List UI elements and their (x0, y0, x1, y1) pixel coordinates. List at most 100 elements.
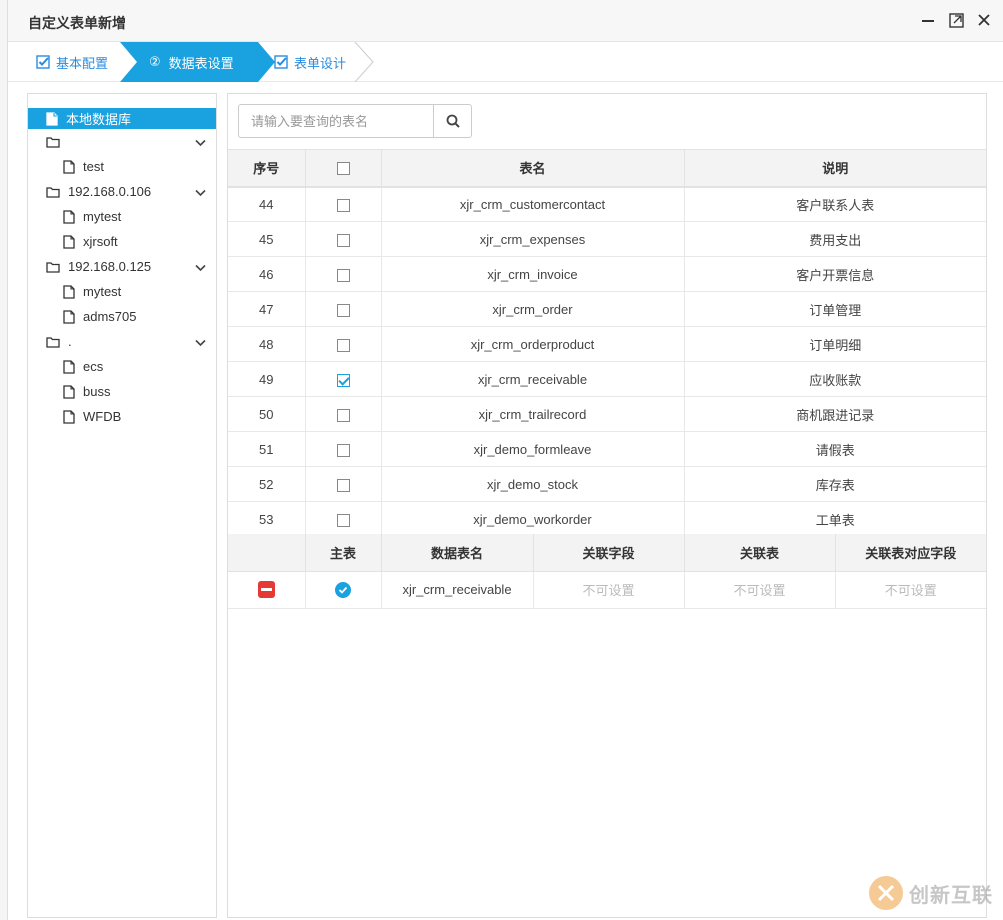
tree-item-label: 192.168.0.125 (68, 259, 152, 274)
tree-item[interactable]: buss (28, 379, 216, 404)
table-row[interactable]: 52 xjr_demo_stock 库存表 (228, 466, 986, 502)
close-button[interactable] (975, 11, 993, 29)
dialog-title: 自定义表单新增 (28, 15, 126, 31)
table-row[interactable]: 47 xjr_crm_order 订单管理 (228, 291, 986, 327)
step-label: 表单设计 (294, 55, 347, 71)
step-basic-config[interactable]: 基本配置 (36, 42, 126, 82)
table-row[interactable]: 48 xjr_crm_orderproduct 订单明细 (228, 326, 986, 362)
file-icon-wrap (63, 284, 75, 299)
tree-item-label: test (83, 159, 104, 174)
row-description: 费用支出 (684, 221, 986, 257)
file-icon (63, 159, 75, 174)
main-table-radio[interactable] (335, 581, 351, 598)
wizard-steps: 基本配置 ② 数据表设置 表单设计 (8, 42, 1003, 82)
row-checkbox[interactable] (336, 478, 350, 492)
tree-item[interactable]: WFDB (28, 404, 216, 429)
col-reltarget-header: 关联表对应字段 (835, 534, 986, 572)
row-description: 客户联系人表 (684, 186, 986, 222)
maximize-button[interactable] (947, 11, 965, 29)
step-label: 数据表设置 (168, 55, 234, 71)
row-index: 45 (228, 221, 306, 257)
backdrop (0, 0, 8, 920)
row-index: 44 (228, 186, 306, 222)
tree-item[interactable]: xjrsoft (28, 229, 216, 254)
tree-item[interactable]: 192.168.0.106 (28, 179, 216, 204)
row-checkbox[interactable] (336, 268, 350, 282)
tree-item[interactable]: . (28, 329, 216, 354)
row-description: 应收账款 (684, 361, 986, 397)
tree-item[interactable]: 本地数据库 (28, 108, 216, 129)
tree-item[interactable]: mytest (28, 204, 216, 229)
file-icon (63, 384, 75, 399)
minimize-icon (922, 20, 934, 22)
row-checkbox[interactable] (336, 513, 350, 527)
row-table-name: xjr_crm_trailrecord (381, 396, 685, 432)
expand-toggle[interactable] (195, 185, 206, 200)
row-select-cell (305, 466, 382, 502)
tree-item[interactable]: ecs (28, 354, 216, 379)
tree-item-label: WFDB (83, 409, 122, 424)
search-input[interactable] (239, 105, 433, 137)
maximize-icon (948, 12, 964, 28)
row-checkbox[interactable] (336, 233, 350, 247)
select-all-checkbox[interactable] (336, 162, 350, 176)
tree-item[interactable]: mytest (28, 279, 216, 304)
row-index: 48 (228, 326, 306, 362)
row-table-name: xjr_crm_orderproduct (381, 326, 685, 362)
row-checkbox[interactable] (336, 338, 350, 352)
window-controls (919, 11, 993, 29)
remove-button[interactable] (257, 581, 275, 599)
expand-toggle[interactable] (195, 335, 206, 350)
step-table-settings[interactable]: ② 数据表设置 (120, 42, 275, 82)
table-row[interactable]: 46 xjr_crm_invoice 客户开票信息 (228, 256, 986, 292)
checkbox-checked-icon (274, 55, 288, 69)
expand-toggle[interactable] (195, 260, 206, 275)
folder-icon-wrap (46, 186, 60, 198)
relation-main-cell (305, 571, 382, 609)
col-index-header: 序号 (228, 149, 306, 188)
row-select-cell (305, 256, 382, 292)
tree-item-label: ecs (83, 359, 104, 374)
table-row[interactable]: 44 xjr_crm_customercontact 客户联系人表 (228, 186, 986, 222)
row-index: 52 (228, 466, 306, 502)
table-row[interactable]: 45 xjr_crm_expenses 费用支出 (228, 221, 986, 257)
row-checkbox[interactable] (336, 303, 350, 317)
row-select-cell (305, 221, 382, 257)
relation-action-cell (228, 571, 306, 609)
row-checkbox[interactable] (336, 373, 350, 387)
table-row[interactable]: 50 xjr_crm_trailrecord 商机跟进记录 (228, 396, 986, 432)
row-description: 商机跟进记录 (684, 396, 986, 432)
table-row[interactable]: 51 xjr_demo_formleave 请假表 (228, 431, 986, 467)
tree-item-label: 本地数据库 (66, 112, 132, 127)
table-row[interactable]: 53 xjr_demo_workorder 工单表 (228, 501, 986, 537)
tree-item-label: mytest (83, 284, 122, 299)
tree-item[interactable]: 192.168.0.125 (28, 254, 216, 279)
minus-icon (260, 588, 272, 592)
tree-item[interactable]: test (28, 154, 216, 179)
table-row[interactable]: 49 xjr_crm_receivable 应收账款 (228, 361, 986, 397)
table-header-row: 序号 表名 说明 (228, 149, 986, 188)
folder-icon (46, 261, 60, 273)
search-button[interactable] (433, 105, 471, 137)
tree-item-label: xjrsoft (83, 234, 118, 249)
file-icon (63, 284, 75, 299)
row-table-name: xjr_demo_workorder (381, 501, 685, 537)
title-bar: 自定义表单新增 (8, 0, 1003, 42)
col-select-header (305, 149, 382, 188)
file-icon (63, 209, 75, 224)
row-checkbox[interactable] (336, 408, 350, 422)
row-checkbox[interactable] (336, 443, 350, 457)
row-table-name: xjr_crm_expenses (381, 221, 685, 257)
tree-item[interactable] (28, 129, 216, 154)
database-tree: 本地数据库 test 192.168.0.106 mytest xjrsoft 192.1… (27, 93, 217, 918)
tree-item[interactable]: adms705 (28, 304, 216, 329)
step-label: 基本配置 (56, 55, 109, 71)
col-relfield-header: 关联字段 (533, 534, 685, 572)
minimize-button[interactable] (919, 11, 937, 29)
row-select-cell (305, 431, 382, 467)
expand-toggle[interactable] (195, 135, 206, 150)
search-icon (446, 114, 460, 128)
file-icon-wrap (63, 384, 75, 399)
row-select-cell (305, 361, 382, 397)
row-checkbox[interactable] (336, 198, 350, 212)
